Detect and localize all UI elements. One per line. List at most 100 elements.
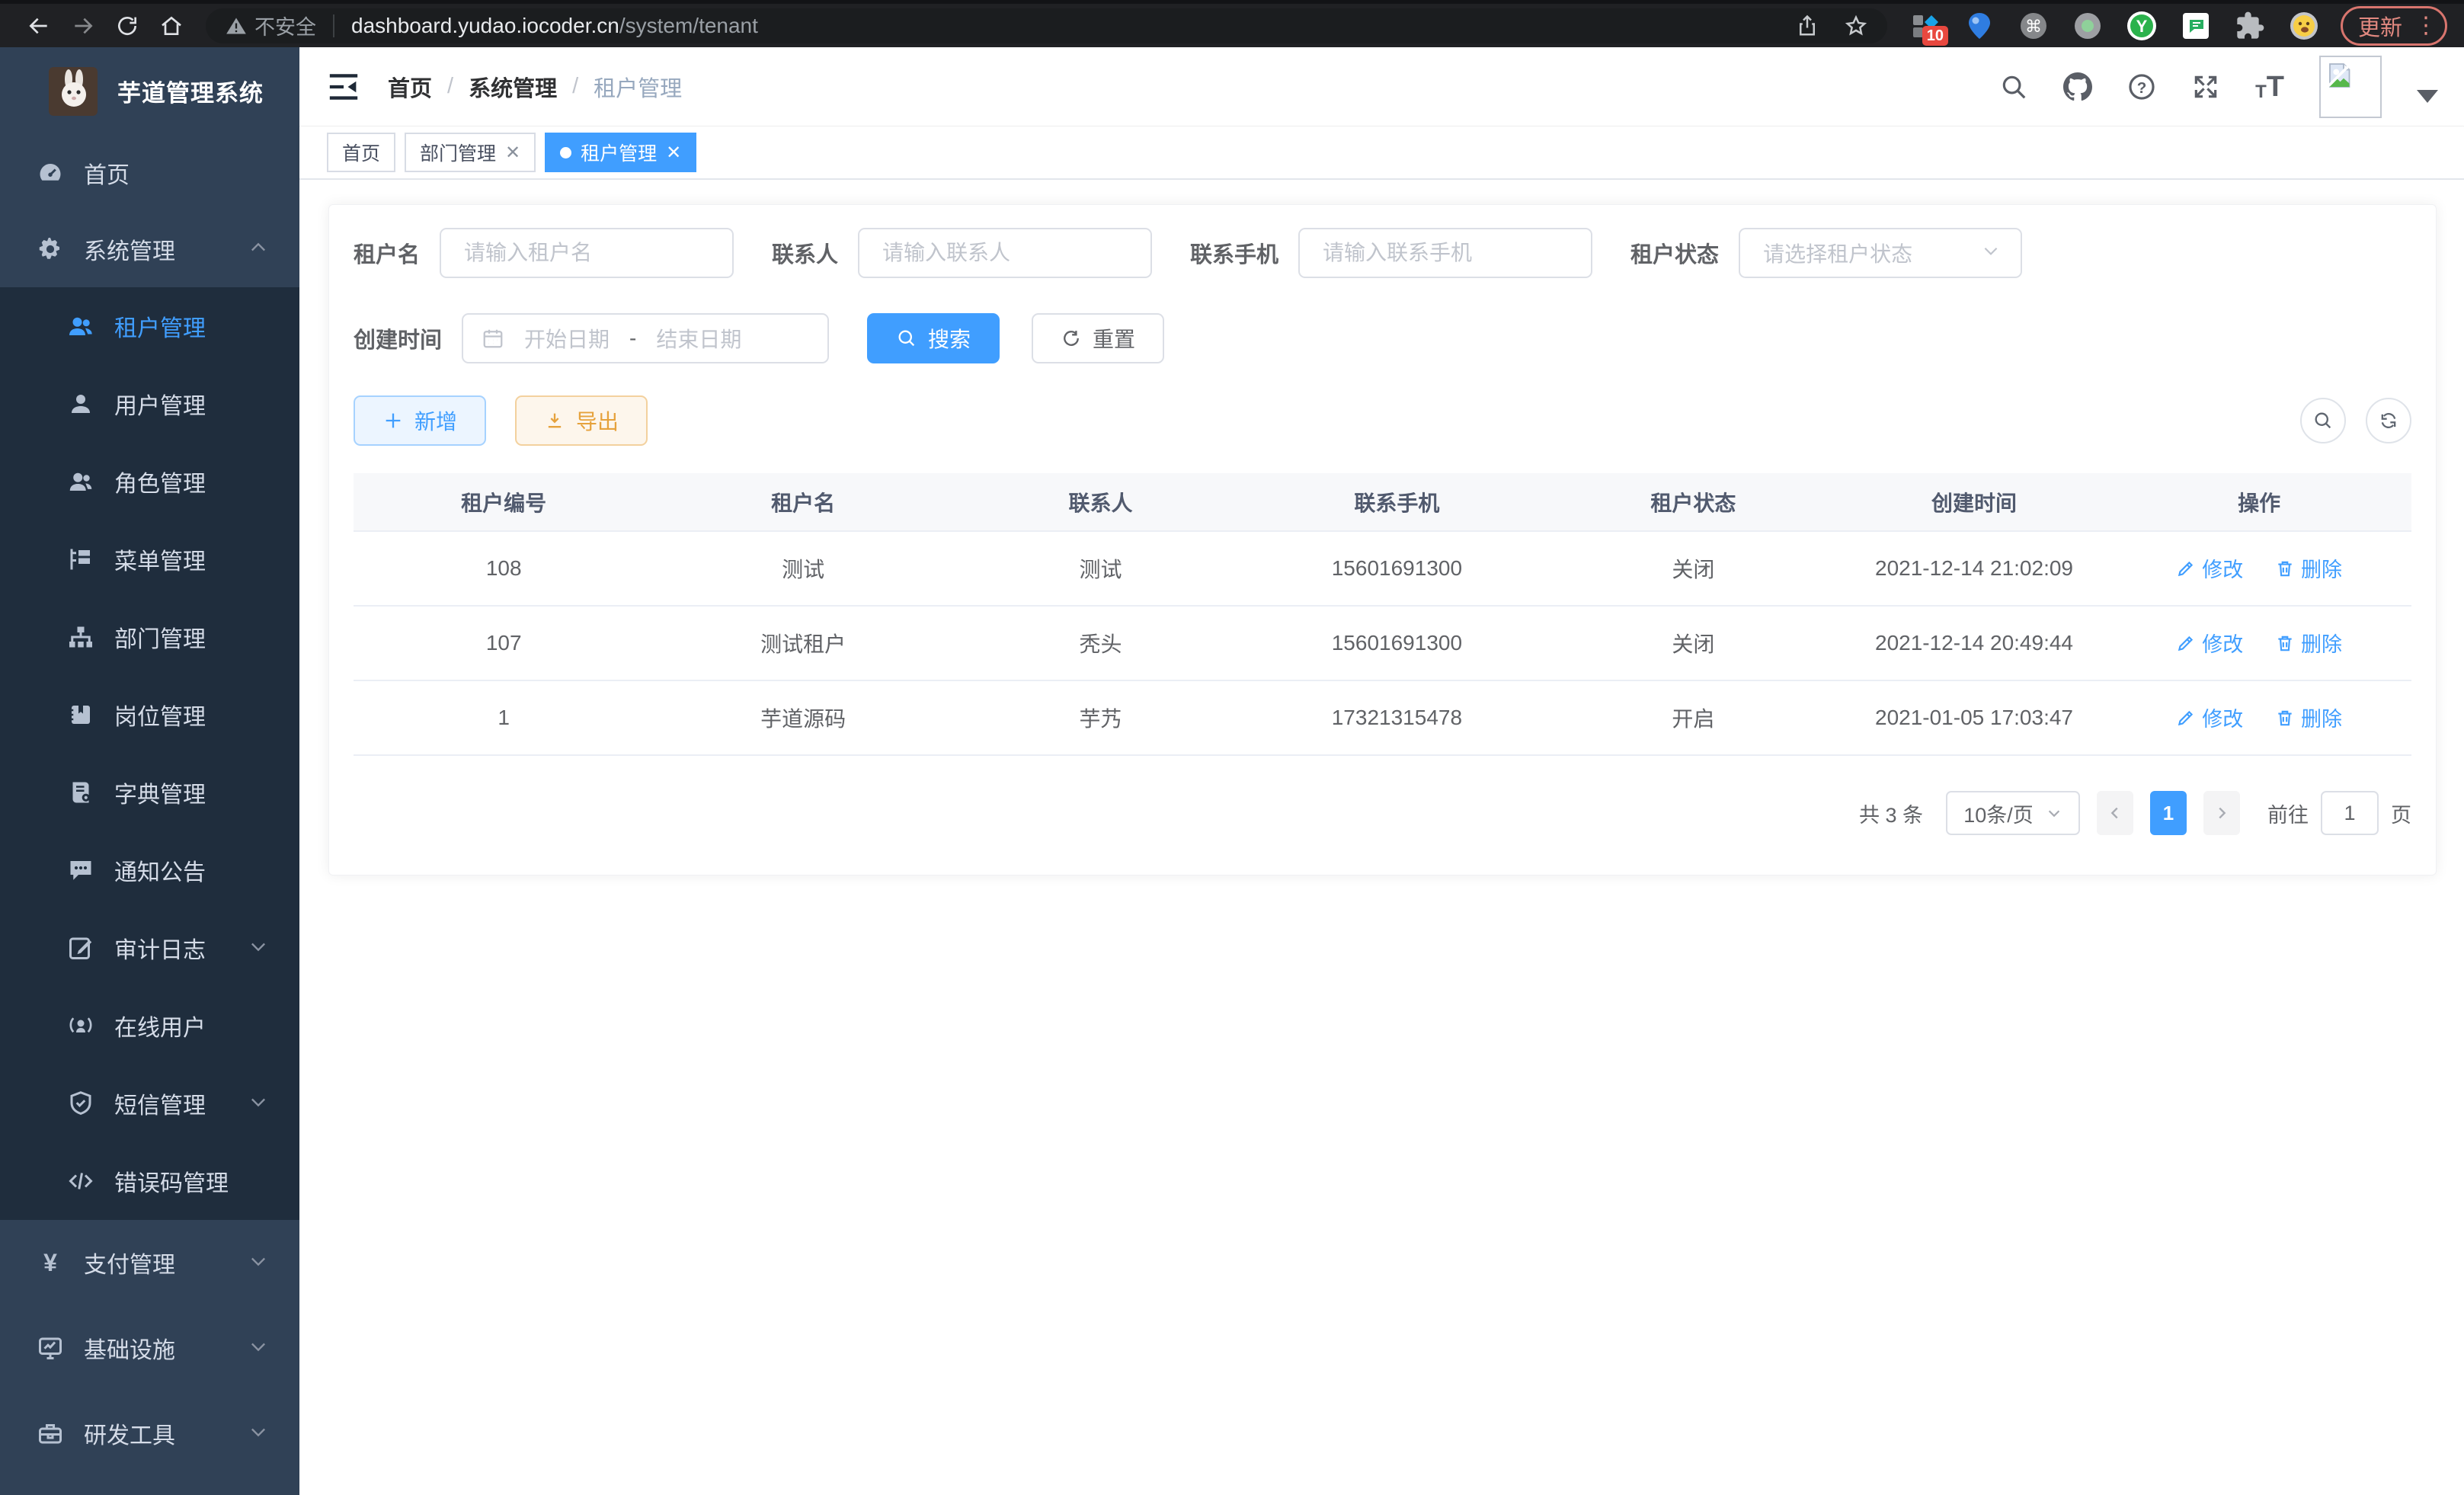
delete-link[interactable]: 删除 [2275, 703, 2342, 732]
avatar-caret-icon[interactable] [2417, 90, 2438, 103]
goto-page-input[interactable] [2321, 791, 2379, 835]
back-icon[interactable] [17, 8, 61, 43]
page-number-1[interactable]: 1 [2150, 791, 2187, 835]
edit-link[interactable]: 修改 [2176, 628, 2243, 658]
breadcrumb-separator: / [447, 74, 453, 99]
table-row: 107 测试租户 秃头 15601691300 关闭 2021-12-14 20… [354, 606, 2411, 680]
forward-icon[interactable] [61, 8, 105, 43]
url-text[interactable]: dashboard.yudao.iocoder.cn/system/tenant [351, 14, 758, 38]
close-icon[interactable]: ✕ [666, 142, 681, 164]
filter-row-1: 租户名 联系人 联系手机 租户状态 [354, 228, 2411, 278]
share-icon[interactable] [1796, 14, 1819, 37]
show-search-toggle-button[interactable] [2300, 398, 2346, 443]
pagination-total: 共 3 条 [1859, 799, 1923, 828]
address-bar[interactable]: 不安全 dashboard.yudao.iocoder.cn/system/te… [206, 8, 1887, 43]
svg-text:?: ? [2137, 78, 2147, 96]
reset-button[interactable]: 重置 [1032, 313, 1164, 363]
sidebar-item-tenant-mgmt[interactable]: 租户管理 [0, 287, 299, 365]
extension-y-icon[interactable]: Y [2125, 9, 2158, 43]
status-select[interactable]: 请选择租户状态 [1739, 228, 2022, 278]
tag-dept-mgmt[interactable]: 部门管理✕ [405, 133, 536, 172]
sidebar-item-dict-mgmt[interactable]: 字典管理 [0, 754, 299, 831]
edit-link[interactable]: 修改 [2176, 553, 2243, 583]
sidebar-item-notice[interactable]: 通知公告 [0, 831, 299, 909]
breadcrumb-home[interactable]: 首页 [388, 71, 432, 103]
sidebar-item-audit-log[interactable]: 审计日志 [0, 909, 299, 987]
extension-command-icon[interactable]: ⌘ [2017, 9, 2050, 43]
reload-icon[interactable] [105, 8, 149, 43]
trash-icon [2275, 633, 2295, 653]
help-icon[interactable]: ? [2127, 72, 2156, 101]
delete-link[interactable]: 删除 [2275, 628, 2342, 658]
svg-text:⌘: ⌘ [2025, 18, 2042, 37]
tag-home[interactable]: 首页 [327, 133, 395, 172]
security-warning[interactable]: 不安全 [226, 11, 316, 40]
browser-update-button[interactable]: 更新 ⋮ [2341, 6, 2447, 46]
trash-icon [2275, 708, 2295, 728]
delete-link[interactable]: 删除 [2275, 553, 2342, 583]
prev-page-button[interactable] [2097, 791, 2133, 835]
bookmark-star-icon[interactable] [1845, 14, 1867, 37]
sidebar-item-menu-mgmt[interactable]: 菜单管理 [0, 520, 299, 598]
col-tenant-name: 租户名 [654, 473, 952, 531]
sidebar-item-error-code[interactable]: 错误码管理 [0, 1142, 299, 1220]
sidebar: 芋道管理系统 首页 系统管理 租户管理 用户管理 角色管理 [0, 47, 299, 1495]
audit-log-icon [66, 933, 96, 963]
sidebar-item-post-mgmt[interactable]: 岗位管理 [0, 676, 299, 754]
sidebar-item-dev-tools[interactable]: 研发工具 [0, 1391, 299, 1476]
home-icon[interactable] [149, 8, 194, 43]
edit-link[interactable]: 修改 [2176, 703, 2243, 732]
cell-created: 2021-01-05 17:03:47 [1842, 680, 2107, 755]
fullscreen-icon[interactable] [2191, 72, 2220, 101]
close-icon[interactable]: ✕ [505, 142, 520, 164]
profile-avatar-icon[interactable] [2287, 9, 2321, 43]
monitor-icon [35, 1333, 66, 1363]
mobile-input[interactable] [1298, 228, 1592, 278]
extension-blocks-icon[interactable]: 10 [1909, 9, 1942, 43]
sidebar-item-online-users[interactable]: 在线用户 [0, 987, 299, 1064]
sidebar-item-system[interactable]: 系统管理 [0, 211, 299, 287]
search-icon [2312, 410, 2334, 431]
contact-input[interactable] [858, 228, 1152, 278]
menu-tree-icon [66, 544, 96, 575]
tenant-name-input[interactable] [440, 228, 734, 278]
export-button[interactable]: 导出 [515, 395, 648, 446]
user-avatar[interactable] [2319, 56, 2382, 118]
tag-tenant-mgmt[interactable]: 租户管理✕ [545, 133, 696, 172]
page-size-select[interactable]: 10条/页 [1946, 791, 2080, 835]
sidebar-item-user-mgmt[interactable]: 用户管理 [0, 365, 299, 443]
toolbox-icon [35, 1418, 66, 1449]
create-time-range-picker[interactable]: 开始日期 - 结束日期 [462, 313, 829, 363]
extension-dot-icon[interactable] [2071, 9, 2104, 43]
cell-tenant-id: 107 [354, 606, 654, 680]
search-button[interactable]: 搜索 [867, 313, 1000, 363]
add-button[interactable]: 新增 [354, 395, 486, 446]
extension-chat-icon[interactable] [2179, 9, 2213, 43]
extension-balloon-icon[interactable] [1963, 9, 1996, 43]
font-size-icon[interactable]: TT [2255, 72, 2284, 101]
tenant-name-label: 租户名 [354, 237, 420, 269]
breadcrumb-system[interactable]: 系统管理 [469, 71, 557, 103]
col-actions: 操作 [2107, 473, 2411, 531]
hamburger-icon[interactable] [327, 72, 360, 102]
puzzle-extensions-icon[interactable] [2233, 9, 2267, 43]
kebab-menu-icon[interactable]: ⋮ [2414, 19, 2437, 33]
cell-tenant-name: 测试 [654, 531, 952, 606]
sidebar-item-infrastructure[interactable]: 基础设施 [0, 1305, 299, 1391]
sidebar-item-home[interactable]: 首页 [0, 135, 299, 211]
sidebar-item-payment[interactable]: ¥ 支付管理 [0, 1220, 299, 1305]
post-badge-icon [66, 699, 96, 730]
refresh-table-button[interactable] [2366, 398, 2411, 443]
app-logo-row[interactable]: 芋道管理系统 [0, 47, 299, 135]
github-icon[interactable] [2063, 72, 2092, 101]
sidebar-item-sms-mgmt[interactable]: 短信管理 [0, 1064, 299, 1142]
status-label: 租户状态 [1630, 237, 1719, 269]
chevron-down-icon [248, 1250, 269, 1276]
table-row: 1 芋道源码 芋艿 17321315478 开启 2021-01-05 17:0… [354, 680, 2411, 755]
sidebar-item-dept-mgmt[interactable]: 部门管理 [0, 598, 299, 676]
sidebar-item-role-mgmt[interactable]: 角色管理 [0, 443, 299, 520]
next-page-button[interactable] [2203, 791, 2240, 835]
pencil-icon [2176, 708, 2196, 728]
header-search-icon[interactable] [1999, 72, 2028, 101]
cell-mobile: 15601691300 [1249, 606, 1545, 680]
